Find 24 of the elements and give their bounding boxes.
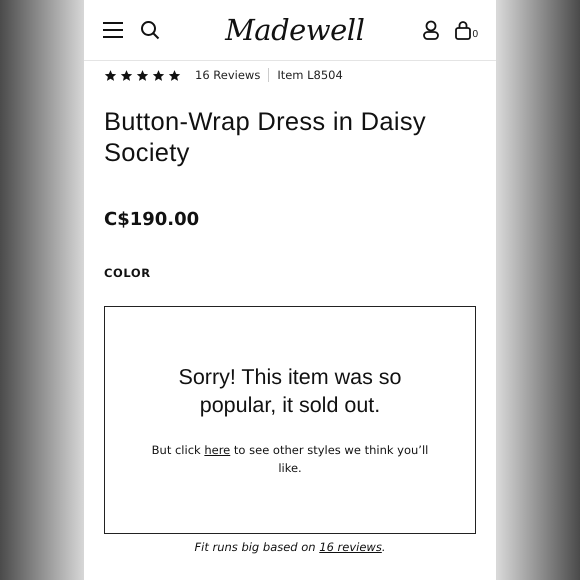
menu-button[interactable] xyxy=(102,21,124,39)
star-icon xyxy=(120,68,133,82)
cart-button[interactable]: 0 xyxy=(455,20,478,40)
star-icon xyxy=(104,68,117,82)
fit-note: Fit runs big based on 16 reviews. xyxy=(194,540,386,554)
product-price: C$190.00 xyxy=(104,209,200,230)
search-icon xyxy=(140,20,160,40)
reviews-link[interactable]: 16 Reviews xyxy=(195,68,270,82)
color-label: COLOR xyxy=(104,266,152,280)
menu-icon xyxy=(102,21,124,39)
star-icon xyxy=(152,68,165,82)
sold-out-heading: Sorry! This item was so popular, it sold out. xyxy=(177,364,403,419)
here-link[interactable]: here xyxy=(204,443,230,457)
brand-logo[interactable]: Madewell xyxy=(182,13,408,47)
item-number: Item L8504 xyxy=(277,68,343,82)
star-icon xyxy=(136,68,149,82)
product-title: Button-Wrap Dress in Daisy Society xyxy=(104,107,427,169)
person-icon xyxy=(423,20,440,40)
account-button[interactable] xyxy=(423,20,440,40)
star-icon xyxy=(168,68,181,82)
suggestion-text: But click here to see other styles we think you’ll like. xyxy=(150,442,430,477)
bag-icon xyxy=(455,20,472,40)
reviews-link[interactable]: 16 reviews xyxy=(319,540,382,554)
search-button[interactable] xyxy=(140,20,160,40)
